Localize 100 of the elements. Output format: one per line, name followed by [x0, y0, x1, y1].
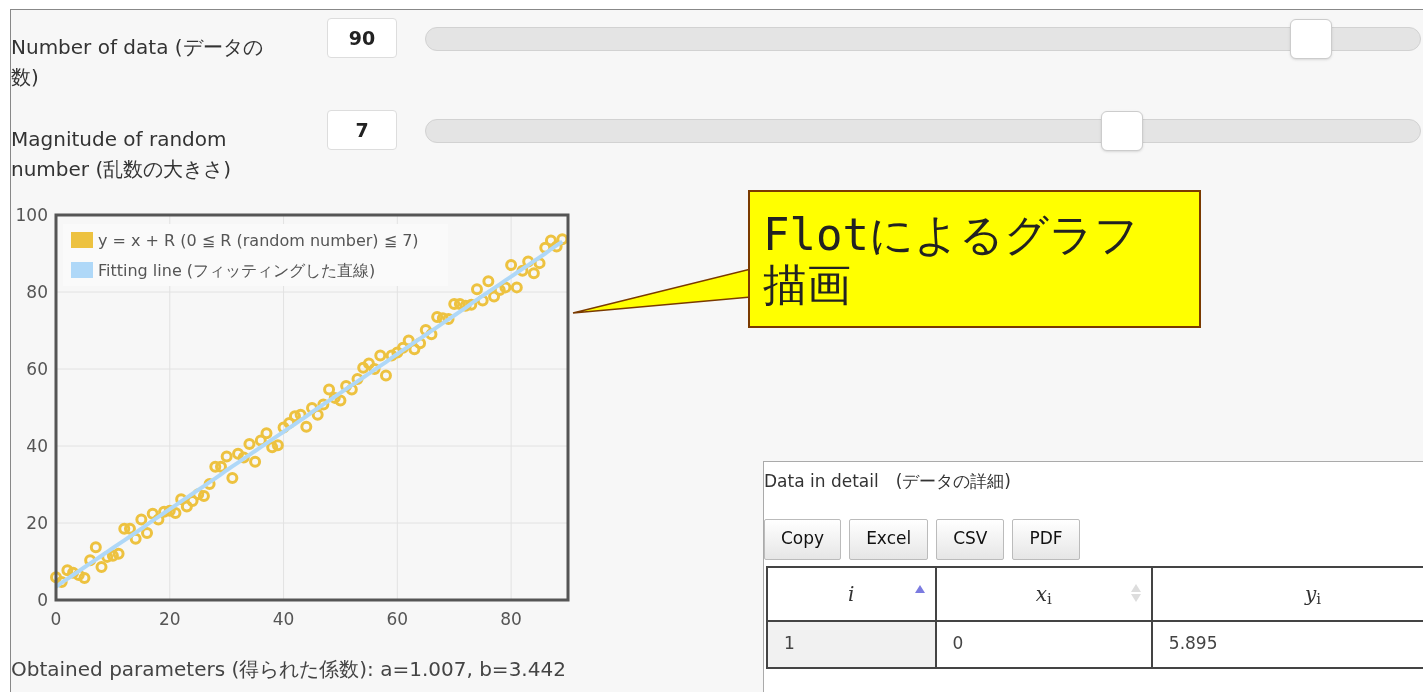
- x-tick-label: 0: [50, 609, 62, 629]
- legend-label: y = x + R (0 ≦ R (random number) ≦ 7): [98, 231, 419, 250]
- data-point: [266, 441, 279, 454]
- data-point: [414, 337, 427, 350]
- data-point: [402, 334, 415, 347]
- y-tick-label: 40: [26, 436, 48, 456]
- table-cell: 1: [767, 620, 936, 668]
- data-point: [306, 401, 318, 414]
- panel-title: Data in detail (データの詳細): [764, 470, 1012, 493]
- data-point: [146, 507, 159, 520]
- data-point: [442, 312, 455, 325]
- y-tick-label: 100: [15, 205, 48, 225]
- data-point: [527, 267, 540, 280]
- data-point: [425, 328, 438, 341]
- data-point: [294, 408, 307, 421]
- data-point: [118, 522, 131, 535]
- data-point: [232, 447, 245, 460]
- table-cell: 0: [935, 620, 1152, 668]
- column-header[interactable]: x$_{i}$: [935, 566, 1152, 621]
- data-point: [516, 264, 529, 277]
- data-point: [152, 513, 165, 526]
- data-point: [311, 408, 324, 421]
- data-point: [368, 363, 381, 375]
- data-point: [61, 564, 74, 577]
- slider[interactable]: [425, 110, 1421, 152]
- data-point: [158, 505, 171, 518]
- data-point: [482, 275, 495, 288]
- export-button[interactable]: CSV: [936, 518, 1005, 560]
- data-point: [499, 281, 512, 294]
- data-point: [243, 438, 256, 451]
- data-point: [209, 460, 222, 473]
- data-point: [101, 550, 114, 563]
- data-point: [300, 420, 313, 433]
- data-point: [72, 569, 85, 581]
- data-point: [186, 495, 199, 508]
- data-point: [522, 255, 535, 268]
- data-point: [89, 541, 102, 554]
- data-point: [556, 233, 569, 246]
- data-point: [197, 490, 210, 503]
- callout-text: Flotによるグラフ描画: [763, 210, 1140, 310]
- data-point: [351, 373, 364, 385]
- data-point: [459, 299, 472, 312]
- x-tick-label: 80: [500, 609, 522, 629]
- data-point: [357, 361, 370, 374]
- data-point: [50, 571, 62, 584]
- data-point: [317, 398, 330, 411]
- result-text: Obtained parameters (得られた係数): a=1.007, b=3.442: [11, 656, 567, 683]
- data-point: [271, 439, 284, 452]
- x-tick-label: 40: [272, 609, 295, 629]
- data-point: [419, 324, 432, 337]
- data-point: [476, 294, 489, 307]
- data-point: [123, 522, 136, 535]
- data-point: [510, 281, 523, 294]
- data-point: [192, 488, 205, 501]
- data-point: [215, 460, 227, 473]
- data-point: [135, 513, 148, 526]
- number-field[interactable]: 90: [327, 18, 397, 58]
- x-tick-label: 60: [386, 609, 409, 629]
- export-button[interactable]: Copy: [764, 518, 842, 560]
- data-point: [488, 290, 501, 303]
- export-button[interactable]: Excel: [849, 518, 929, 560]
- data-point: [397, 341, 409, 354]
- data-point: [112, 547, 125, 560]
- data-point: [141, 527, 153, 539]
- number-field[interactable]: 7: [327, 110, 397, 150]
- y-tick-label: 80: [26, 282, 48, 302]
- column-header[interactable]: i: [767, 566, 936, 621]
- data-point: [408, 343, 421, 356]
- column-header[interactable]: y$_{i}$: [1151, 566, 1423, 621]
- data-point: [78, 572, 91, 585]
- data-point: [334, 394, 347, 407]
- data-point: [283, 416, 296, 429]
- data-point: [254, 434, 267, 447]
- slider-thumb[interactable]: [1290, 19, 1333, 59]
- data-point: [180, 500, 193, 513]
- data-point: [328, 391, 341, 404]
- data-point: [345, 383, 358, 396]
- slider-thumb[interactable]: [1101, 111, 1144, 151]
- data-point: [175, 493, 188, 506]
- y-tick-label: 0: [37, 590, 48, 610]
- data-point: [260, 427, 273, 440]
- data-point: [95, 560, 108, 573]
- data-point: [237, 451, 250, 464]
- data-point: [436, 312, 449, 325]
- data-point: [106, 549, 119, 562]
- table-cell: 5.895: [1151, 620, 1423, 668]
- export-button[interactable]: PDF: [1012, 518, 1080, 560]
- data-point: [471, 283, 483, 296]
- data-point: [374, 349, 387, 362]
- data-point: [453, 297, 466, 310]
- data-point: [249, 455, 262, 468]
- data-point: [539, 241, 552, 254]
- data-point: [385, 349, 398, 362]
- slider-label: Magnitude of random number (乱数の大きさ): [11, 126, 233, 183]
- data-point: [226, 471, 239, 484]
- data-point: [277, 421, 290, 434]
- legend-label: Fitting line (フィッティングした直線): [98, 261, 376, 280]
- data-point: [169, 507, 182, 519]
- data-point: [84, 554, 97, 567]
- slider[interactable]: [425, 18, 1421, 60]
